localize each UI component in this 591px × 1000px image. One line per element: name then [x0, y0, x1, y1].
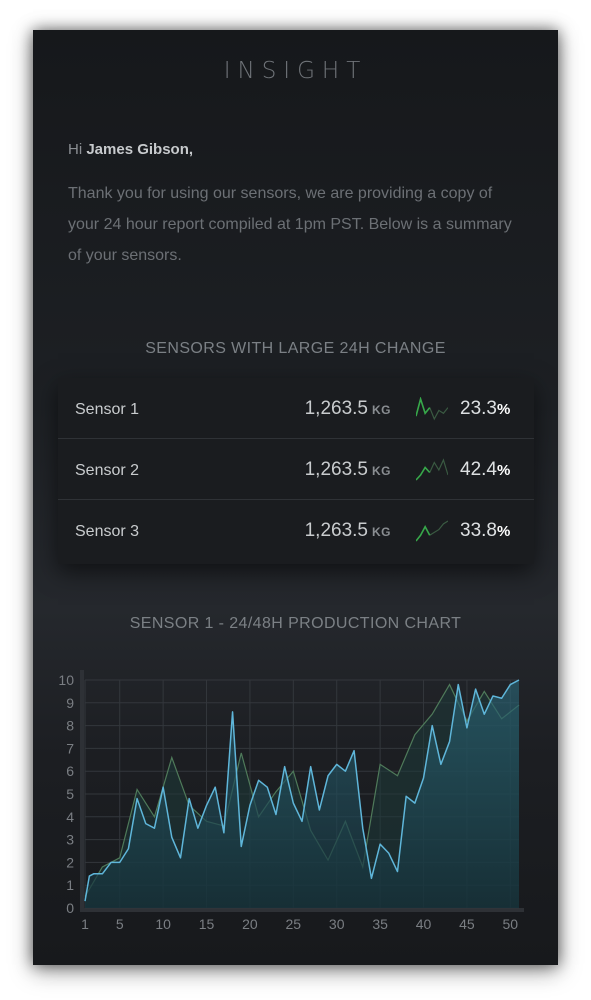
spark-line — [416, 466, 431, 481]
x-tick-label: 25 — [286, 916, 302, 932]
y-tick-label: 9 — [66, 695, 74, 711]
percent-sign: % — [496, 401, 511, 418]
sensor-row[interactable]: Sensor 1 1,263.5 KG 23.3% — [58, 378, 534, 439]
y-tick-label: 0 — [66, 900, 74, 916]
sensor-value-number: 1,263.5 — [304, 520, 368, 541]
y-tick-label: 2 — [66, 854, 74, 870]
greeting: Hi James Gibson, — [68, 141, 193, 158]
sensor-value: 1,263.5 KG — [305, 520, 391, 542]
x-tick-label: 35 — [372, 916, 388, 932]
sensor-unit: KG — [372, 464, 391, 478]
y-tick-label: 1 — [66, 877, 74, 893]
sensor-value: 1,263.5 KG — [305, 398, 391, 420]
percent-sign: % — [496, 462, 511, 479]
y-tick-label: 5 — [66, 786, 74, 802]
sensor-name: Sensor 1 — [75, 401, 140, 418]
x-axis — [80, 908, 524, 912]
x-tick-label: 15 — [199, 916, 215, 932]
y-tick-label: 3 — [66, 832, 74, 848]
y-tick-label: 6 — [66, 763, 74, 779]
greeting-prefix: Hi — [68, 141, 87, 158]
y-tick-label: 8 — [66, 718, 74, 734]
spark-tail — [429, 520, 448, 536]
spark-tail — [429, 407, 448, 421]
chart-title: SENSOR 1 - 24/48H PRODUCTION CHART — [129, 615, 462, 632]
sensor-row[interactable]: Sensor 2 1,263.5 KG 42.4% — [58, 439, 534, 500]
spark-line — [416, 525, 431, 542]
x-tick-label: 10 — [155, 916, 171, 932]
trend-spark-icon — [416, 458, 448, 481]
sensor-table: Sensor 1 1,263.5 KG 23.3% Sensor 2 1,263.… — [58, 378, 534, 564]
spark-tail — [429, 458, 448, 476]
sensor-value-number: 1,263.5 — [304, 398, 368, 419]
intro-text: Thank you for using our sensors, we are … — [68, 185, 512, 264]
y-tick-label: 7 — [66, 740, 74, 756]
sensor-change-number: 23.3 — [460, 398, 497, 419]
recipient-name: James Gibson, — [86, 141, 194, 158]
x-tick-label: 1 — [81, 916, 89, 932]
sensor-change-number: 42.4 — [460, 459, 497, 480]
sensor-name: Sensor 2 — [75, 462, 140, 479]
trend-spark-icon — [416, 397, 448, 421]
production-chart: 0123456789101 5 10 15 20 25 30 35 40 45 50 — [58, 670, 524, 932]
sensor-unit: KG — [372, 403, 391, 417]
sensor-change: 23.3% — [460, 398, 510, 420]
email-card: INSIGHT Hi James Gibson, Thank you for u… — [33, 30, 558, 965]
x-tick-label: 45 — [459, 916, 475, 932]
x-tick-label: 30 — [329, 916, 345, 932]
sensor-change: 42.4% — [460, 459, 510, 481]
sensor-change: 33.8% — [460, 520, 510, 542]
spark-line — [416, 397, 431, 417]
brand-logo: INSIGHT — [223, 58, 368, 84]
y-axis — [80, 670, 84, 912]
sensor-row[interactable]: Sensor 3 1,263.5 KG 33.8% — [58, 500, 534, 561]
x-tick-label: 20 — [242, 916, 258, 932]
y-tick-label: 10 — [58, 672, 74, 688]
x-tick-label: 50 — [503, 916, 519, 932]
trend-spark-icon — [416, 520, 448, 542]
percent-sign: % — [496, 523, 511, 540]
sensor-unit: KG — [372, 525, 391, 539]
x-tick-label: 40 — [416, 916, 432, 932]
x-tick-label: 5 — [116, 916, 124, 932]
y-tick-label: 4 — [66, 809, 74, 825]
sensor-change-number: 33.8 — [460, 520, 497, 541]
sensor-name: Sensor 3 — [75, 523, 140, 540]
sensor-value: 1,263.5 KG — [305, 459, 391, 481]
large-change-title: SENSORS WITH LARGE 24H CHANGE — [145, 340, 446, 357]
sensor-value-number: 1,263.5 — [304, 459, 368, 480]
